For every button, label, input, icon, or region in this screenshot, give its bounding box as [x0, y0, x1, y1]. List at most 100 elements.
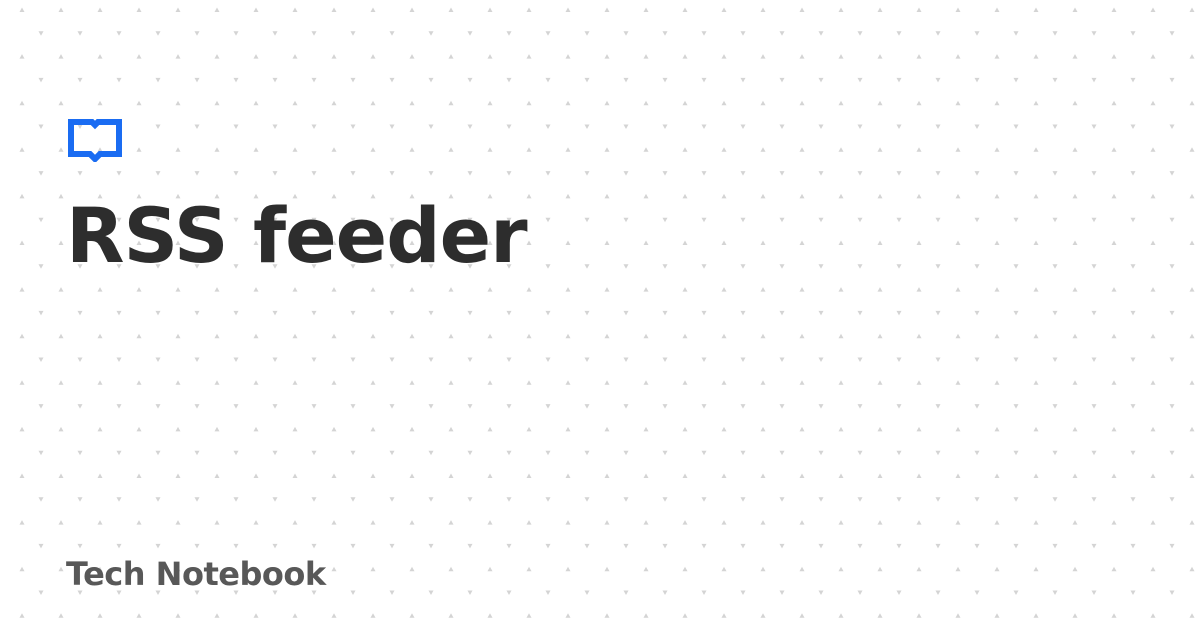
pattern-dot — [974, 310, 980, 316]
pattern-dot — [779, 171, 785, 176]
pattern-dot — [916, 193, 922, 199]
pattern-dot — [311, 450, 317, 456]
pattern-dot — [682, 566, 688, 572]
pattern-dot — [233, 497, 239, 502]
pattern-dot — [136, 147, 142, 152]
pattern-dot — [1033, 240, 1039, 245]
pattern-dot — [682, 426, 688, 432]
pattern-dot — [701, 357, 707, 362]
pattern-dot — [1072, 613, 1078, 618]
pattern-dot — [857, 497, 863, 502]
pattern-dot — [857, 217, 863, 223]
pattern-dot — [545, 450, 551, 456]
pattern-dot — [1091, 77, 1097, 83]
pattern-dot — [779, 543, 785, 549]
pattern-dot — [311, 310, 317, 316]
pattern-dot — [1013, 171, 1019, 176]
pattern-dot — [506, 171, 512, 176]
pattern-dot — [877, 613, 883, 618]
pattern-dot — [350, 590, 356, 595]
pattern-dot — [955, 147, 961, 152]
pattern-dot — [779, 404, 785, 409]
pattern-dot — [448, 333, 454, 339]
pattern-dot — [487, 380, 493, 385]
pattern-dot — [292, 473, 298, 478]
pattern-dot — [448, 147, 454, 152]
pattern-dot — [604, 566, 610, 572]
pattern-dot — [331, 287, 337, 292]
pattern-dot — [799, 613, 805, 618]
pattern-dot — [1150, 7, 1156, 12]
pattern-dot — [1169, 543, 1175, 549]
pattern-dot — [1130, 357, 1136, 362]
pattern-dot — [409, 426, 415, 432]
pattern-dot — [565, 426, 571, 432]
pattern-dot — [428, 31, 434, 36]
pattern-dot — [701, 590, 707, 595]
pattern-dot — [818, 543, 824, 549]
pattern-dot — [955, 7, 961, 12]
pattern-dot — [77, 31, 83, 36]
pattern-dot — [643, 566, 649, 572]
pattern-dot — [1111, 566, 1117, 572]
pattern-dot — [116, 31, 122, 36]
pattern-dot — [487, 473, 493, 478]
pattern-dot — [155, 497, 161, 502]
pattern-dot — [1169, 357, 1175, 362]
pattern-dot — [974, 497, 980, 502]
pattern-dot — [194, 543, 200, 549]
pattern-dot — [935, 310, 941, 316]
pattern-dot — [974, 264, 980, 269]
pattern-dot — [662, 264, 668, 269]
pattern-dot — [292, 380, 298, 385]
pattern-dot — [1052, 357, 1058, 362]
pattern-dot — [643, 7, 649, 12]
pattern-dot — [272, 31, 278, 36]
pattern-dot — [682, 473, 688, 478]
pattern-dot — [838, 193, 844, 199]
pattern-dot — [292, 54, 298, 59]
pattern-dot — [214, 426, 220, 432]
pattern-dot — [350, 543, 356, 549]
pattern-dot — [467, 450, 473, 456]
pattern-dot — [857, 590, 863, 595]
pattern-dot — [38, 264, 44, 269]
pattern-dot — [175, 426, 181, 432]
pattern-dot — [994, 473, 1000, 478]
pattern-dot — [896, 31, 902, 36]
pattern-dot — [233, 171, 239, 176]
pattern-dot — [116, 450, 122, 456]
pattern-dot — [955, 240, 961, 245]
pattern-dot — [701, 497, 707, 502]
pattern-dot — [565, 287, 571, 292]
pattern-dot — [994, 520, 1000, 525]
pattern-dot — [799, 333, 805, 339]
pattern-dot — [916, 613, 922, 618]
pattern-dot — [136, 287, 142, 292]
pattern-dot — [877, 473, 883, 478]
pattern-dot — [370, 333, 376, 339]
pattern-dot — [370, 147, 376, 152]
pattern-dot — [584, 543, 590, 549]
pattern-dot — [1033, 613, 1039, 618]
pattern-dot — [311, 404, 317, 409]
pattern-dot — [1111, 473, 1117, 478]
pattern-dot — [272, 77, 278, 83]
pattern-dot — [350, 31, 356, 36]
pattern-dot — [740, 171, 746, 176]
pattern-dot — [1072, 473, 1078, 478]
pattern-dot — [19, 7, 25, 12]
pattern-dot — [682, 287, 688, 292]
pattern-dot — [818, 497, 824, 502]
pattern-dot — [760, 54, 766, 59]
pattern-dot — [565, 100, 571, 106]
pattern-dot — [857, 124, 863, 129]
pattern-dot — [1052, 124, 1058, 129]
pattern-dot — [526, 147, 532, 152]
pattern-dot — [214, 287, 220, 292]
pattern-dot — [272, 310, 278, 316]
pattern-dot — [974, 171, 980, 176]
pattern-dot — [467, 404, 473, 409]
pattern-dot — [350, 497, 356, 502]
pattern-dot — [916, 287, 922, 292]
